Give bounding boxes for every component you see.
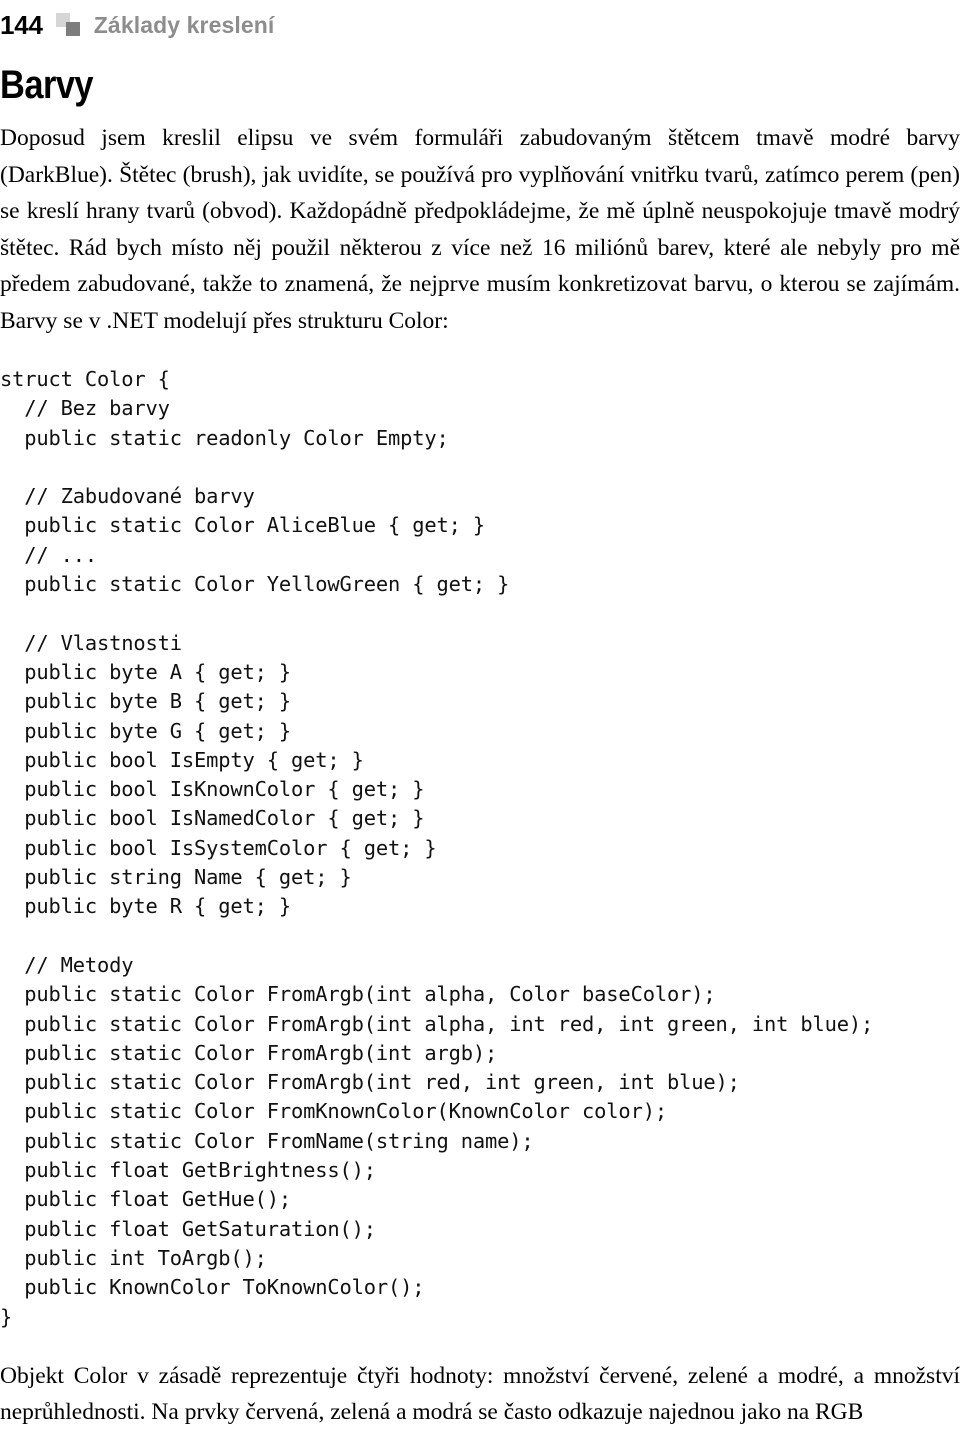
code-block: struct Color { // Bez barvy public stati… bbox=[0, 365, 960, 1332]
code-line: public static Color FromArgb(int red, in… bbox=[0, 1070, 740, 1095]
code-line: public byte A { get; } bbox=[0, 659, 292, 684]
code-line: public static Color FromKnownColor(Known… bbox=[0, 1099, 667, 1124]
code-line: // ... bbox=[0, 542, 98, 567]
code-line: public byte G { get; } bbox=[0, 718, 292, 743]
code-line: public static Color FromArgb(int argb); bbox=[0, 1040, 498, 1065]
code-line: // Metody bbox=[0, 952, 134, 977]
code-line: public static Color AliceBlue { get; } bbox=[0, 513, 486, 538]
code-line: } bbox=[0, 1304, 13, 1329]
running-head: 144 Základy kreslení bbox=[0, 0, 960, 46]
code-line: public float GetSaturation(); bbox=[0, 1216, 376, 1241]
code-line: public bool IsEmpty { get; } bbox=[0, 747, 364, 772]
code-line: public float GetBrightness(); bbox=[0, 1158, 376, 1183]
code-line: public float GetHue(); bbox=[0, 1187, 292, 1212]
square-dark-shape bbox=[65, 22, 80, 36]
page: 144 Základy kreslení Barvy Doposud jsem … bbox=[0, 0, 960, 1425]
page-number: 144 bbox=[0, 10, 43, 40]
code-line: public byte B { get; } bbox=[0, 689, 292, 714]
code-line: public static Color FromName(string name… bbox=[0, 1128, 534, 1153]
code-line: public byte R { get; } bbox=[0, 894, 292, 919]
closing-paragraph: Objekt Color v zásadě reprezentuje čtyři… bbox=[0, 1362, 960, 1426]
code-line: public static Color FromArgb(int alpha, … bbox=[0, 982, 716, 1007]
two-squares-icon bbox=[55, 12, 86, 38]
intro-paragraph: Doposud jsem kreslil elipsu ve svém form… bbox=[0, 125, 960, 334]
page-title: Barvy bbox=[0, 63, 94, 107]
code-line: public string Name { get; } bbox=[0, 865, 352, 890]
code-line: public int ToArgb(); bbox=[0, 1245, 267, 1270]
code-line: public bool IsKnownColor { get; } bbox=[0, 777, 425, 802]
code-line: public bool IsSystemColor { get; } bbox=[0, 835, 437, 860]
code-line: // Bez barvy bbox=[0, 396, 170, 421]
code-line: public bool IsNamedColor { get; } bbox=[0, 806, 425, 831]
code-line: public static Color FromArgb(int alpha, … bbox=[0, 1011, 874, 1036]
code-line: // Vlastnosti bbox=[0, 630, 182, 655]
code-line: // Zabudované barvy bbox=[0, 484, 255, 509]
code-line: public static readonly Color Empty; bbox=[0, 425, 449, 450]
code-line: public KnownColor ToKnownColor(); bbox=[0, 1275, 425, 1300]
running-head-title: Základy kreslení bbox=[93, 11, 275, 38]
code-line: struct Color { bbox=[0, 367, 170, 391]
code-line: public static Color YellowGreen { get; } bbox=[0, 572, 510, 597]
